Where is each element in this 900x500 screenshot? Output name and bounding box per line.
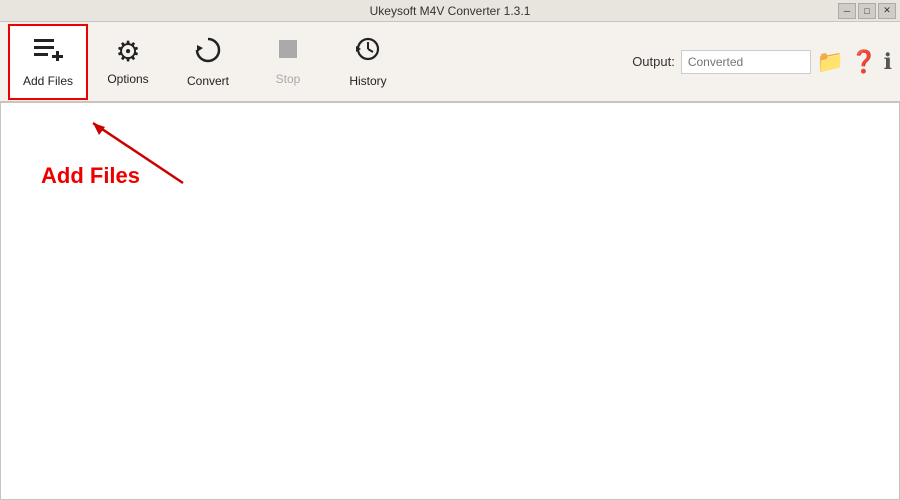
minimize-button[interactable]: ─ xyxy=(838,3,856,19)
add-files-button[interactable]: Add Files xyxy=(8,24,88,100)
window-controls: ─ □ ✕ xyxy=(838,3,896,19)
help-button[interactable]: ❓ xyxy=(850,51,877,73)
main-content: Add Files xyxy=(0,102,900,500)
history-button[interactable]: History xyxy=(328,24,408,100)
add-files-icon xyxy=(32,35,64,68)
window-title: Ukeysoft M4V Converter 1.3.1 xyxy=(370,4,531,18)
help-icon: ❓ xyxy=(850,49,877,74)
output-area: Output: 📁 ❓ ℹ xyxy=(632,50,892,74)
info-button[interactable]: ℹ xyxy=(884,51,892,73)
output-input[interactable] xyxy=(681,50,811,74)
add-files-tooltip: Add Files xyxy=(41,163,140,189)
options-button[interactable]: ⚙ Options xyxy=(88,24,168,100)
history-label: History xyxy=(349,74,386,88)
info-icon: ℹ xyxy=(884,49,892,74)
maximize-button[interactable]: □ xyxy=(858,3,876,19)
stop-button[interactable]: Stop xyxy=(248,24,328,100)
close-button[interactable]: ✕ xyxy=(878,3,896,19)
output-label: Output: xyxy=(632,54,675,69)
convert-icon xyxy=(193,35,223,68)
options-label: Options xyxy=(107,72,148,86)
toolbar: Add Files ⚙ Options Convert Stop xyxy=(0,22,900,102)
title-bar: Ukeysoft M4V Converter 1.3.1 ─ □ ✕ xyxy=(0,0,900,22)
folder-icon: 📁 xyxy=(817,49,844,74)
gear-icon: ⚙ xyxy=(115,38,140,66)
add-files-label: Add Files xyxy=(23,74,73,88)
convert-button[interactable]: Convert xyxy=(168,24,248,100)
folder-button[interactable]: 📁 xyxy=(817,51,844,73)
stop-label: Stop xyxy=(276,72,301,86)
stop-icon xyxy=(276,37,300,66)
history-icon xyxy=(353,35,383,68)
convert-label: Convert xyxy=(187,74,229,88)
